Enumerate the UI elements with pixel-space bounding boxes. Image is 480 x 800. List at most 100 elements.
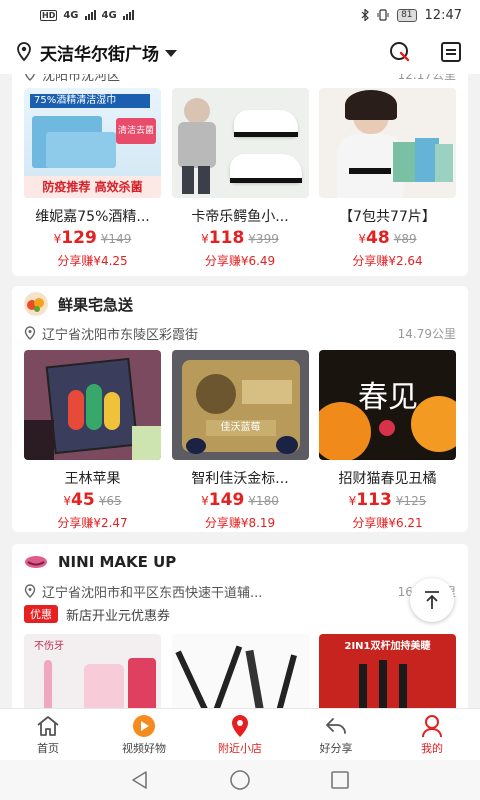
tab-nearby[interactable]: 附近小店 bbox=[192, 709, 288, 760]
search-icon bbox=[390, 42, 410, 62]
bluetooth-icon bbox=[361, 9, 369, 21]
store-name: 鲜果宅急送 bbox=[58, 295, 134, 314]
clock: 12:47 bbox=[424, 7, 462, 23]
original-price: ¥180 bbox=[248, 494, 279, 508]
product-image-label: 2IN1双杆加持美睫 bbox=[344, 641, 431, 652]
promo-text: 新店开业元优惠券 bbox=[66, 608, 171, 624]
product-card[interactable]: 春见 招财猫春见丑橘 ¥113 ¥125 分享赚¥6.21 bbox=[319, 350, 456, 531]
tab-profile[interactable]: 我的 bbox=[384, 709, 480, 760]
back-icon[interactable] bbox=[130, 770, 150, 790]
original-price: ¥399 bbox=[248, 232, 279, 246]
store-name: NINI MAKE UP bbox=[58, 553, 177, 571]
signal-bars-icon bbox=[122, 10, 134, 20]
product-image[interactable]: 春见 bbox=[319, 350, 456, 460]
location-pin-icon bbox=[17, 42, 31, 62]
product-row: 不伤牙 2IN1双杆加持美睫 bbox=[12, 634, 468, 708]
product-image-banner: 防疫推荐 高效杀菌 bbox=[24, 176, 161, 198]
store-feed[interactable]: 沈阳市沈河区 12.17公里 75%酒精清洁湿巾 清洁去菌 防疫推荐 高效杀菌 … bbox=[0, 74, 480, 708]
product-name: 招财猫春见丑橘 bbox=[338, 471, 437, 487]
store-address: 辽宁省沈阳市和平区东西快速干道辅... bbox=[42, 585, 263, 601]
store-address-row: 辽宁省沈阳市东陵区彩霞街 14.79公里 bbox=[12, 322, 468, 344]
store-header[interactable]: NINI MAKE UP bbox=[12, 544, 468, 580]
store-address-row: 辽宁省沈阳市和平区东西快速干道辅... 16.44公里 bbox=[12, 580, 468, 602]
product-image-label: 佳沃蓝莓 bbox=[205, 420, 276, 436]
product-name: 卡帝乐鳄鱼小... bbox=[191, 209, 289, 225]
product-card[interactable]: 王林苹果 ¥45 ¥65 分享赚¥2.47 bbox=[24, 350, 161, 531]
store-address: 辽宁省沈阳市东陵区彩霞街 bbox=[42, 327, 199, 343]
location-pin-icon bbox=[24, 584, 36, 598]
currency-symbol: ¥ bbox=[201, 494, 209, 508]
tab-home[interactable]: 首页 bbox=[0, 709, 96, 760]
product-card[interactable]: 75%酒精清洁湿巾 清洁去菌 防疫推荐 高效杀菌 维妮嘉75%酒精... ¥12… bbox=[24, 88, 161, 269]
user-icon bbox=[422, 714, 442, 737]
product-image[interactable]: 佳沃蓝莓 bbox=[171, 350, 309, 460]
original-price: ¥149 bbox=[100, 232, 132, 246]
product-image[interactable] bbox=[24, 350, 161, 460]
product-image-label: 不伤牙 bbox=[34, 641, 64, 652]
product-card[interactable] bbox=[171, 634, 309, 708]
share-earn[interactable]: 分享赚¥2.47 bbox=[24, 514, 161, 531]
product-price: 113 bbox=[356, 490, 392, 510]
store-header[interactable]: 鲜果宅急送 bbox=[12, 286, 468, 322]
product-image[interactable] bbox=[171, 634, 309, 708]
home-circle-icon[interactable] bbox=[229, 769, 251, 791]
original-price: ¥89 bbox=[393, 232, 417, 246]
product-image[interactable]: 2IN1双杆加持美睫 bbox=[319, 634, 456, 708]
currency-symbol: ¥ bbox=[201, 232, 209, 246]
share-earn[interactable]: 分享赚¥4.25 bbox=[24, 252, 161, 269]
product-image[interactable]: 75%酒精清洁湿巾 清洁去菌 防疫推荐 高效杀菌 bbox=[24, 88, 161, 198]
recents-icon[interactable] bbox=[330, 770, 350, 790]
battery-icon: 81 bbox=[397, 8, 417, 22]
list-icon bbox=[441, 42, 461, 62]
product-price: 129 bbox=[61, 228, 97, 248]
product-row: 王林苹果 ¥45 ¥65 分享赚¥2.47 佳沃蓝莓 智利佳沃金标... ¥149… bbox=[12, 350, 468, 531]
product-image[interactable] bbox=[171, 88, 309, 198]
tab-video[interactable]: 视频好物 bbox=[96, 709, 192, 760]
menu-button[interactable] bbox=[438, 39, 464, 65]
original-price: ¥65 bbox=[98, 494, 122, 508]
signal-indicators: HD 4G 4G bbox=[40, 9, 134, 21]
price-row: ¥149 ¥180 bbox=[172, 490, 309, 510]
system-nav-bar bbox=[0, 760, 480, 800]
status-bar: HD 4G 4G 81 12:47 bbox=[0, 0, 480, 30]
tab-share[interactable]: 好分享 bbox=[288, 709, 384, 760]
product-image[interactable] bbox=[319, 88, 456, 198]
product-image-label: 春见 bbox=[358, 380, 418, 415]
product-price: 48 bbox=[366, 228, 390, 248]
store-card[interactable]: 鲜果宅急送 辽宁省沈阳市东陵区彩霞街 14.79公里 王林苹果 ¥45 ¥65 分… bbox=[12, 286, 468, 532]
hd-badge: HD bbox=[40, 9, 58, 21]
product-card[interactable]: 不伤牙 bbox=[24, 634, 161, 708]
store-card[interactable]: 沈阳市沈河区 12.17公里 75%酒精清洁湿巾 清洁去菌 防疫推荐 高效杀菌 … bbox=[12, 74, 468, 276]
price-row: ¥113 ¥125 bbox=[319, 490, 456, 510]
top-header: 天洁华尔街广场 bbox=[0, 30, 480, 74]
product-name: 维妮嘉75%酒精... bbox=[35, 209, 150, 225]
promo-row[interactable]: 优惠 新店开业元优惠券 bbox=[12, 602, 468, 626]
share-earn[interactable]: 分享赚¥2.64 bbox=[319, 252, 456, 269]
store-card[interactable]: NINI MAKE UP 辽宁省沈阳市和平区东西快速干道辅... 16.44公里… bbox=[12, 544, 468, 708]
product-image-badge: 清洁去菌 bbox=[116, 118, 156, 144]
product-image[interactable]: 不伤牙 bbox=[24, 634, 161, 708]
product-row: 75%酒精清洁湿巾 清洁去菌 防疫推荐 高效杀菌 维妮嘉75%酒精... ¥12… bbox=[12, 88, 468, 269]
share-earn[interactable]: 分享赚¥8.19 bbox=[172, 514, 309, 531]
chevron-down-icon[interactable] bbox=[165, 49, 177, 57]
product-name: 【7包共77片】 bbox=[339, 209, 436, 225]
product-card[interactable]: 卡帝乐鳄鱼小... ¥118 ¥399 分享赚¥6.49 bbox=[171, 88, 309, 269]
product-card[interactable]: 佳沃蓝莓 智利佳沃金标... ¥149 ¥180 分享赚¥8.19 bbox=[171, 350, 309, 531]
product-name: 王林苹果 bbox=[64, 471, 121, 487]
store-logo bbox=[24, 292, 48, 316]
product-card[interactable]: 2IN1双杆加持美睫 bbox=[319, 634, 456, 708]
location-selector[interactable]: 天洁华尔街广场 bbox=[40, 40, 159, 65]
back-to-top-button[interactable] bbox=[410, 578, 454, 622]
product-card[interactable]: 【7包共77片】 ¥48 ¥89 分享赚¥2.64 bbox=[319, 88, 456, 269]
store-address-row: 沈阳市沈河区 12.17公里 bbox=[12, 74, 468, 84]
price-row: ¥118 ¥399 bbox=[172, 228, 309, 248]
tab-label: 首页 bbox=[37, 741, 59, 755]
share-earn[interactable]: 分享赚¥6.49 bbox=[172, 252, 309, 269]
tab-label: 视频好物 bbox=[122, 741, 166, 755]
share-earn[interactable]: 分享赚¥6.21 bbox=[319, 514, 456, 531]
price-row: ¥129 ¥149 bbox=[24, 228, 161, 248]
video-icon bbox=[133, 714, 155, 737]
store-distance: 14.79公里 bbox=[397, 326, 456, 341]
search-button[interactable] bbox=[386, 39, 412, 65]
product-price: 118 bbox=[208, 228, 245, 248]
